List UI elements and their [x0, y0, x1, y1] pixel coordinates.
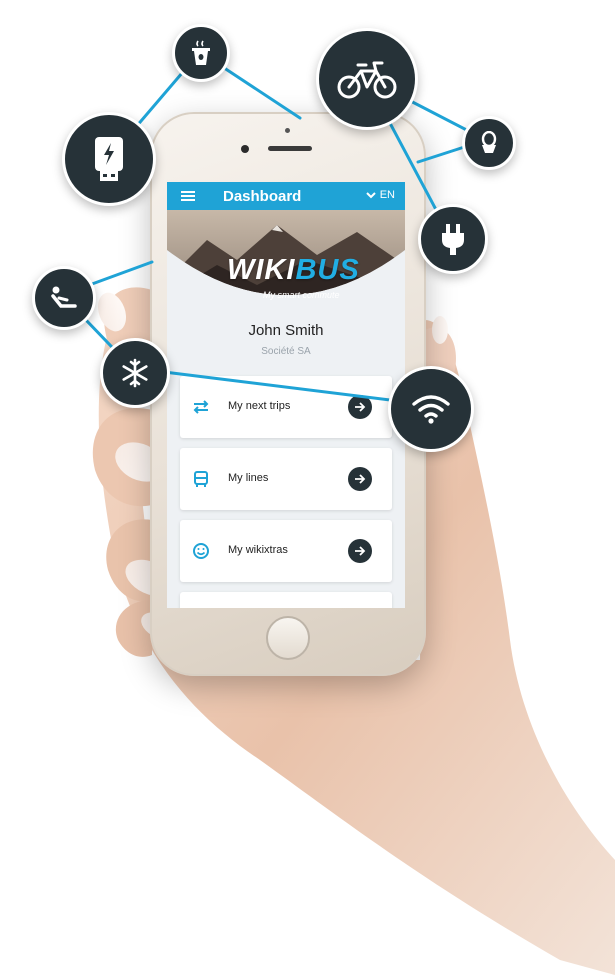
reclining-seat-icon [51, 286, 77, 308]
usb-charger-bubble [62, 112, 156, 206]
power-plug-icon [442, 224, 464, 255]
promo-illustration: Dashboard EN WIKIBUS My smart commute Jo… [0, 0, 615, 975]
bicycle-bubble [316, 28, 418, 130]
power-plug-bubble [418, 204, 488, 274]
toilet-bubble [462, 116, 516, 170]
wifi-icon [412, 395, 450, 424]
air-conditioning-icon [122, 358, 148, 388]
wifi-bubble [388, 366, 474, 452]
bicycle-icon [337, 61, 397, 99]
toilet-icon [481, 131, 497, 153]
coffee-icon [192, 40, 210, 65]
reclining-seat-bubble [32, 266, 96, 330]
coffee-bubble [172, 24, 230, 82]
usb-charger-icon [95, 137, 123, 181]
air-conditioning-bubble [100, 338, 170, 408]
